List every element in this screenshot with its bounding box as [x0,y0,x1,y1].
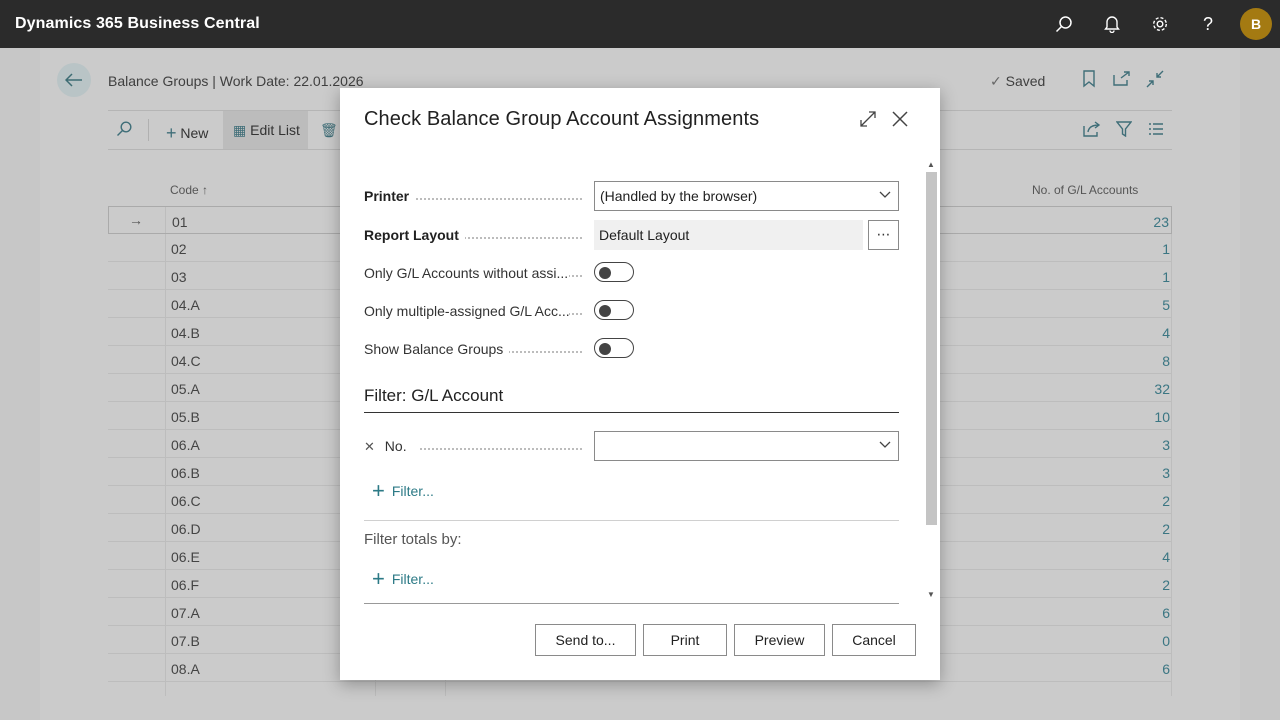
row-account-count[interactable]: 10 [1154,409,1170,425]
dialog-scrollbar[interactable]: ▲ ▼ [926,158,938,604]
filter-section-title: Filter: G/L Account [364,386,504,405]
preview-button[interactable]: Preview [734,624,825,656]
report-layout-row: Report Layout Default Layout ⋯ [364,220,899,250]
row-account-count[interactable]: 1 [1162,269,1170,285]
collapse-icon[interactable] [1146,70,1166,90]
row-code[interactable]: 06.F [171,577,199,593]
row-code[interactable]: 06.D [171,521,201,537]
row-account-count[interactable]: 6 [1162,661,1170,677]
option-row-without-assignment: Only G/L Accounts without assi... [364,258,899,288]
row-account-count[interactable]: 6 [1162,605,1170,621]
row-account-count[interactable]: 23 [1153,214,1169,230]
row-account-count[interactable]: 8 [1162,353,1170,369]
row-code[interactable]: 06.B [171,465,200,481]
print-button[interactable]: Print [643,624,727,656]
row-code[interactable]: 04.C [171,353,201,369]
option-label: Only multiple-assigned G/L Acc... [364,303,569,319]
report-layout-more-button[interactable]: ⋯ [868,220,899,250]
no-filter-label: No. [384,438,413,454]
back-arrow-icon[interactable] [57,63,91,97]
row-account-count[interactable]: 32 [1154,381,1170,397]
option-label: Only G/L Accounts without assi... [364,265,569,281]
row-account-count[interactable]: 0 [1162,633,1170,649]
app-title: Dynamics 365 Business Central [15,15,260,32]
edit-list-button[interactable]: ▦ Edit List [223,111,308,149]
dialog-title: Check Balance Group Account Assignments [364,108,760,130]
row-code[interactable]: 07.B [171,633,200,649]
help-icon[interactable]: ? [1184,0,1232,48]
no-filter-row: ✕ No. [364,431,899,461]
row-code[interactable]: 05.A [171,381,200,397]
row-code[interactable]: 07.A [171,605,200,621]
row-indicator-arrow-icon: → [129,212,143,228]
search-list-icon[interactable] [116,121,132,137]
show-balance-groups-toggle[interactable] [594,338,634,358]
row-account-count[interactable]: 4 [1162,325,1170,341]
plus-icon: + [372,478,385,503]
row-code[interactable]: 01 [172,214,188,230]
chevron-down-icon [879,188,891,200]
without-assignment-toggle[interactable] [594,262,634,282]
option-row-show-balance-groups: Show Balance Groups [364,334,899,364]
share-icon[interactable] [1083,121,1101,137]
cancel-button[interactable]: Cancel [832,624,916,656]
remove-filter-icon[interactable]: ✕ [364,439,381,454]
option-label: Show Balance Groups [364,341,510,357]
close-icon[interactable] [889,108,911,130]
row-code[interactable]: 02 [171,241,187,257]
new-button[interactable]: + New [166,122,208,143]
send-to-button[interactable]: Send to... [535,624,636,656]
no-filter-select[interactable] [594,431,899,461]
report-layout-label: Report Layout [364,227,465,243]
row-account-count[interactable]: 3 [1162,437,1170,453]
dialog-content: Printer (Handled by the browser) Report … [340,158,940,604]
top-app-bar: Dynamics 365 Business Central ? B [0,0,1280,48]
row-account-count[interactable]: 4 [1162,549,1170,565]
row-code[interactable]: 06.C [171,493,201,509]
bell-icon[interactable] [1088,0,1136,48]
avatar[interactable]: B [1240,8,1272,40]
row-code[interactable]: 05.B [171,409,200,425]
filter-icon[interactable] [1116,121,1132,137]
chevron-down-icon [879,438,891,450]
page-caption: Balance Groups | Work Date: 22.01.2026 [108,73,364,89]
column-header-code[interactable]: Code ↑ [170,183,208,197]
list-view-icon[interactable] [1148,122,1164,136]
option-row-multiple-assigned: Only multiple-assigned G/L Acc... [364,296,899,326]
row-code[interactable]: 06.A [171,437,200,453]
multiple-assigned-toggle[interactable] [594,300,634,320]
scrollbar-thumb[interactable] [926,172,937,525]
row-account-count[interactable]: 3 [1162,465,1170,481]
row-account-count[interactable]: 2 [1162,493,1170,509]
delete-icon[interactable]: 🗑 [320,122,338,139]
printer-label: Printer [364,188,416,204]
row-code[interactable]: 04.A [171,297,200,313]
add-totals-filter-link[interactable]: + Filter... [372,566,434,591]
row-account-count[interactable]: 2 [1162,521,1170,537]
row-code[interactable]: 06.E [171,549,200,565]
column-header-count[interactable]: No. of G/L Accounts [1032,183,1138,197]
row-account-count[interactable]: 2 [1162,577,1170,593]
gear-icon[interactable] [1136,0,1184,48]
printer-select[interactable]: (Handled by the browser) [594,181,899,211]
check-balance-dialog: Check Balance Group Account Assignments … [340,88,940,680]
add-filter-link[interactable]: + Filter... [372,478,434,503]
search-icon[interactable] [1040,0,1088,48]
open-new-window-icon[interactable] [1113,70,1133,90]
row-code[interactable]: 08.A [171,661,200,677]
row-code[interactable]: 03 [171,269,187,285]
printer-row: Printer (Handled by the browser) [364,181,899,211]
bookmark-icon[interactable] [1082,70,1102,90]
expand-icon[interactable] [857,108,879,130]
row-code[interactable]: 04.B [171,325,200,341]
row-account-count[interactable]: 5 [1162,297,1170,313]
saved-status: ✓ Saved [990,73,1046,89]
report-layout-field[interactable]: Default Layout [594,220,863,250]
row-account-count[interactable]: 1 [1162,241,1170,257]
filter-totals-label: Filter totals by: [364,531,462,548]
plus-icon: + [372,566,385,591]
